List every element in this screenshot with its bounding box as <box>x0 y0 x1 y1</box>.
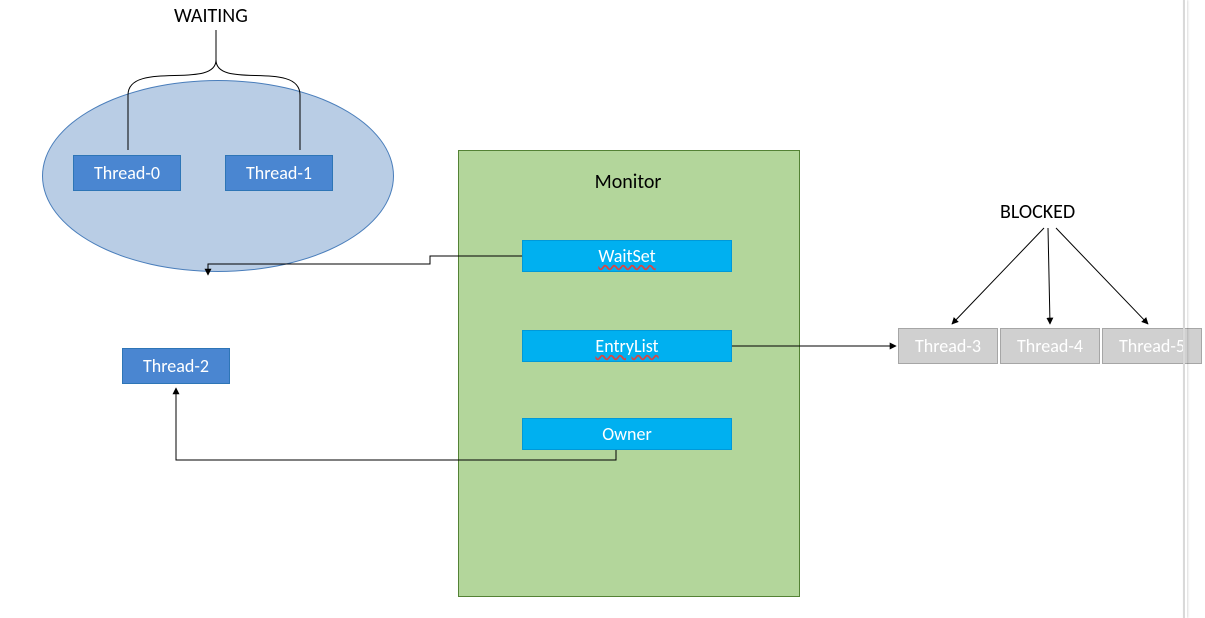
diagram-canvas: WAITING Thread-0 Thread-1 Thread-2 Monit… <box>0 0 1205 618</box>
thread-3-box: Thread-3 <box>898 328 998 364</box>
thread-5-box: Thread-5 <box>1102 328 1202 364</box>
blocked-arrows <box>952 228 1148 324</box>
thread-4-box: Thread-4 <box>1000 328 1100 364</box>
blocked-label: BLOCKED <box>1000 200 1075 224</box>
thread-1-box: Thread-1 <box>225 155 333 191</box>
right-page-edge <box>1183 0 1187 618</box>
thread-0-box: Thread-0 <box>73 155 181 191</box>
monitor-box <box>458 150 800 597</box>
thread-2-box: Thread-2 <box>122 348 230 384</box>
monitor-owner: Owner <box>522 418 732 450</box>
waiting-label: WAITING <box>174 4 248 28</box>
monitor-title: Monitor <box>458 170 798 194</box>
monitor-waitset: WaitSet <box>522 240 732 272</box>
monitor-entrylist: EntryList <box>522 330 732 362</box>
